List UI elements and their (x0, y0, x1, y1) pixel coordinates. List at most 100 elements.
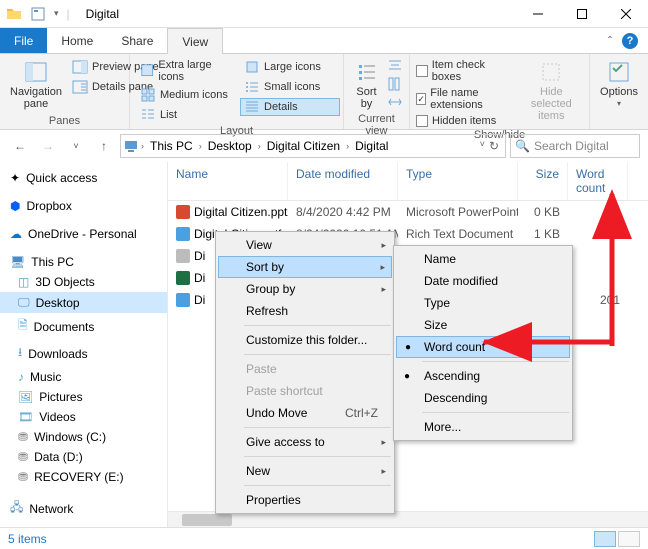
tab-file[interactable]: File (0, 28, 47, 53)
ctx-customize[interactable]: Customize this folder... (218, 329, 392, 351)
pictures-icon: 🖼 (18, 390, 33, 404)
sidebar-item-windows-c[interactable]: ⛃Windows (C:) (0, 427, 167, 447)
star-icon: ✦ (10, 171, 20, 185)
ctx-paste: Paste (218, 358, 392, 380)
downloads-icon: ⭳ (18, 343, 22, 364)
ctx-sort-by[interactable]: Sort by▸ (218, 256, 392, 278)
col-name[interactable]: Name (168, 162, 288, 200)
tab-home[interactable]: Home (47, 28, 107, 53)
forward-button[interactable]: → (36, 134, 60, 158)
sidebar-item-videos[interactable]: 🎞Videos (0, 407, 167, 427)
sidebar-item-quick-access[interactable]: ✦Quick access (0, 168, 167, 188)
sidebar-item-network[interactable]: 🖧Network (0, 495, 167, 522)
sort-name[interactable]: Name (396, 248, 570, 270)
sort-by-button[interactable]: Sort by (351, 58, 383, 112)
breadcrumb-pc-icon (123, 138, 139, 154)
breadcrumb-dropdown-icon[interactable]: ˅ (480, 139, 485, 153)
tab-share[interactable]: Share (107, 28, 167, 53)
sidebar-item-dropbox[interactable]: ⬢Dropbox (0, 196, 167, 216)
col-type[interactable]: Type (398, 162, 518, 200)
sort-more[interactable]: More... (396, 416, 570, 438)
maximize-button[interactable] (560, 0, 604, 28)
file-row[interactable]: Digital Citizen.pptx8/4/2020 4:42 PMMicr… (168, 201, 648, 223)
navigation-pane-button[interactable]: Navigation pane (6, 58, 66, 112)
ctx-properties[interactable]: Properties (218, 489, 392, 511)
sort-size[interactable]: Size (396, 314, 570, 336)
status-bar: 5 items (0, 527, 648, 549)
breadcrumb-seg-0[interactable]: This PC (146, 139, 197, 153)
up-button[interactable]: ↑ (92, 134, 116, 158)
sidebar-item-music[interactable]: ♪Music (0, 367, 167, 387)
recent-button[interactable]: ˅ (64, 134, 88, 158)
breadcrumb-seg-2[interactable]: Digital Citizen (263, 139, 344, 153)
view-thumbnails-button[interactable] (618, 531, 640, 547)
cloud-icon: ☁ (10, 227, 22, 241)
options-button[interactable]: Options ▾ (596, 58, 642, 111)
sort-descending[interactable]: Descending (396, 387, 570, 409)
window-title: Digital (86, 7, 119, 21)
breadcrumb-seg-1[interactable]: Desktop (204, 139, 256, 153)
videos-icon: 🎞 (18, 410, 33, 424)
collapse-ribbon-icon[interactable]: ˆ (608, 34, 612, 48)
breadcrumb-seg-3[interactable]: Digital (351, 139, 392, 153)
sidebar-item-documents[interactable]: 🗎Documents (0, 313, 167, 340)
ctx-give-access[interactable]: Give access to▸ (218, 431, 392, 453)
ctx-view[interactable]: View▸ (218, 234, 392, 256)
ctx-new[interactable]: New▸ (218, 460, 392, 482)
sort-type[interactable]: Type (396, 292, 570, 314)
sidebar-item-this-pc[interactable]: 🖥This PC (0, 252, 167, 272)
pc-icon: 🖥 (10, 255, 25, 269)
ctx-paste-shortcut: Paste shortcut (218, 380, 392, 402)
sidebar-item-downloads[interactable]: ⭳Downloads (0, 340, 167, 367)
qat-dropdown-icon[interactable]: ▾ (54, 8, 59, 19)
layout-medium[interactable]: Medium icons (136, 86, 236, 104)
col-date[interactable]: Date modified (288, 162, 398, 200)
ctx-undo[interactable]: Undo MoveCtrl+Z (218, 402, 392, 424)
col-word-count[interactable]: Word count (568, 162, 628, 200)
search-input[interactable]: 🔍 Search Digital (510, 134, 640, 158)
tab-view[interactable]: View (167, 28, 223, 54)
sidebar-item-data-d[interactable]: ⛃Data (D:) (0, 447, 167, 467)
sort-date[interactable]: Date modified (396, 270, 570, 292)
help-icon[interactable]: ? (622, 33, 638, 49)
navigation-tree[interactable]: ✦Quick access ⬢Dropbox ☁OneDrive - Perso… (0, 162, 168, 527)
minimize-button[interactable] (516, 0, 560, 28)
layout-list[interactable]: List (136, 106, 236, 124)
view-details-button[interactable] (594, 531, 616, 547)
sidebar-item-recovery-e[interactable]: ⛃RECOVERY (E:) (0, 467, 167, 487)
group-by-icon[interactable] (387, 58, 403, 74)
layout-details[interactable]: Details (240, 98, 340, 116)
sort-word-count[interactable]: ●Word count (396, 336, 570, 358)
layout-small[interactable]: Small icons (240, 78, 340, 96)
layout-large[interactable]: Large icons (240, 58, 340, 76)
hide-selected-button[interactable]: Hide selected items (520, 58, 583, 124)
sort-ascending[interactable]: ●Ascending (396, 365, 570, 387)
add-columns-icon[interactable] (387, 76, 403, 92)
cube-icon: ◫ (18, 275, 29, 289)
item-checkboxes-toggle[interactable]: Item check boxes (416, 58, 516, 84)
folder-icon (6, 6, 22, 22)
breadcrumb[interactable]: › This PC› Desktop› Digital Citizen› Dig… (120, 134, 506, 158)
back-button[interactable]: ← (8, 134, 32, 158)
navbar: ← → ˅ ↑ › This PC› Desktop› Digital Citi… (0, 130, 648, 162)
qat-properties-icon[interactable] (30, 6, 46, 22)
drive-icon: ⛃ (18, 430, 28, 444)
ctx-refresh[interactable]: Refresh (218, 300, 392, 322)
column-headers[interactable]: Name Date modified Type Size Word count (168, 162, 648, 201)
refresh-icon[interactable]: ↻ (489, 139, 499, 153)
sidebar-item-onedrive[interactable]: ☁OneDrive - Personal (0, 224, 167, 244)
size-columns-icon[interactable] (387, 94, 403, 110)
music-icon: ♪ (18, 370, 24, 384)
sidebar-item-3d-objects[interactable]: ◫3D Objects (0, 272, 167, 292)
context-menu: View▸ Sort by▸ Group by▸ Refresh Customi… (215, 231, 395, 514)
sidebar-item-desktop[interactable]: 🖵Desktop (0, 292, 167, 313)
close-button[interactable] (604, 0, 648, 28)
col-size[interactable]: Size (518, 162, 568, 200)
hidden-items-toggle[interactable]: Hidden items (416, 114, 516, 128)
network-icon: 🖧 (10, 498, 23, 519)
sidebar-item-pictures[interactable]: 🖼Pictures (0, 387, 167, 407)
ctx-group-by[interactable]: Group by▸ (218, 278, 392, 300)
file-extensions-toggle[interactable]: ✓File name extensions (416, 86, 516, 112)
ribbon: Navigation pane Preview pane Details pan… (0, 54, 648, 130)
layout-extra-large[interactable]: Extra large icons (136, 58, 236, 84)
